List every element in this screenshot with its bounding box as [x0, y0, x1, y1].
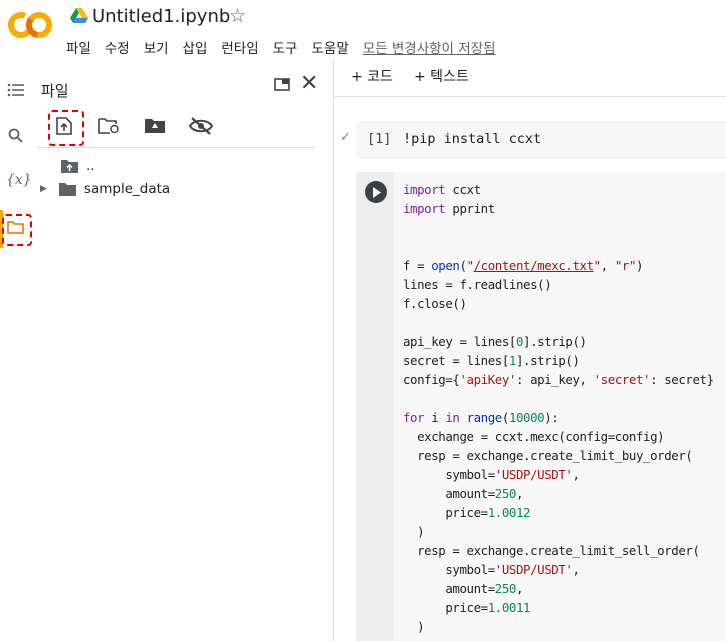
- close-panel-icon[interactable]: ✕: [300, 73, 318, 95]
- save-status[interactable]: 모든 변경사항이 저장됨: [363, 37, 496, 57]
- code-line: ): [403, 619, 425, 634]
- notebook-title[interactable]: Untitled1.ipynb: [92, 6, 230, 27]
- cell-2-code[interactable]: import ccxt import pprint f = open("/cont…: [403, 180, 714, 636]
- variables-icon[interactable]: {x}: [6, 172, 32, 188]
- colab-logo[interactable]: [8, 10, 52, 40]
- add-code-button[interactable]: + 코드: [351, 66, 393, 86]
- folder-icon[interactable]: [7, 221, 24, 234]
- menu-file[interactable]: 파일: [66, 37, 91, 57]
- code-line: resp = exchange.create_limit_buy_order(: [403, 448, 693, 463]
- upload-icon: [56, 117, 72, 135]
- menu-tools[interactable]: 도구: [273, 37, 298, 57]
- menu-bar: 파일 수정 보기 삽입 런타임 도구 도움말 모든 변경사항이 저장됨: [66, 37, 510, 57]
- code-line: price=1.0012: [403, 505, 531, 520]
- code-line: ): [403, 524, 425, 539]
- mount-drive-icon: [145, 119, 165, 133]
- search-icon[interactable]: [8, 128, 24, 144]
- table-of-contents-icon[interactable]: [7, 83, 25, 97]
- code-line: f.close(): [403, 296, 467, 311]
- cell-2-gutter: [356, 172, 394, 641]
- hide-files-button[interactable]: [186, 110, 216, 142]
- menu-view[interactable]: 보기: [144, 37, 169, 57]
- code-line: price=1.0011: [403, 600, 531, 615]
- tree-item-parent[interactable]: ..: [61, 158, 95, 174]
- mount-drive-button[interactable]: [140, 110, 170, 142]
- code-line: symbol='USDP/USDT',: [403, 562, 580, 577]
- panel-divider: [37, 147, 315, 148]
- tree-item-sample-data[interactable]: ▶ sample_data: [40, 181, 170, 197]
- code-line: symbol='USDP/USDT',: [403, 467, 580, 482]
- menu-edit[interactable]: 수정: [105, 37, 130, 57]
- folder-icon: [58, 183, 76, 196]
- code-line: amount=250,: [403, 581, 524, 596]
- code-line: import ccxt: [403, 182, 481, 197]
- tree-item-label: sample_data: [83, 181, 171, 197]
- code-line: f = open("/content/mexc.txt", "r"): [403, 258, 644, 273]
- code-line: api_key = lines[0].strip(): [403, 334, 587, 349]
- menu-runtime[interactable]: 런타임: [221, 37, 258, 57]
- panel-title: 파일: [41, 82, 69, 100]
- refresh-folder-icon: [98, 118, 119, 134]
- execution-count: [1]: [367, 131, 392, 147]
- maximize-panel-icon[interactable]: [274, 78, 290, 91]
- toolbar-divider: [334, 96, 726, 97]
- play-icon: [373, 186, 381, 198]
- tree-item-label: ..: [86, 158, 95, 174]
- code-line: amount=250,: [403, 486, 524, 501]
- google-drive-icon: [70, 8, 88, 23]
- star-icon[interactable]: ☆: [229, 5, 246, 27]
- menu-help[interactable]: 도움말: [311, 37, 348, 57]
- code-line: import pprint: [403, 201, 495, 216]
- run-cell-button[interactable]: [365, 181, 387, 203]
- cell-1-code[interactable]: !pip install ccxt: [403, 131, 541, 147]
- code-line: resp = exchange.create_limit_sell_order(: [403, 543, 700, 558]
- upload-button[interactable]: [49, 110, 79, 142]
- hide-files-icon: [189, 117, 213, 135]
- menu-insert[interactable]: 삽입: [183, 37, 208, 57]
- code-line: lines = f.readlines(): [403, 277, 552, 292]
- check-icon: ✓: [340, 130, 351, 145]
- parent-folder-icon: [61, 160, 78, 173]
- code-line: secret = lines[1].strip(): [403, 353, 580, 368]
- code-line: for i in range(10000):: [403, 410, 559, 425]
- code-line: config={'apiKey': api_key, 'secret': sec…: [403, 372, 714, 387]
- refresh-button[interactable]: [94, 110, 124, 142]
- panel-resize-handle[interactable]: [333, 60, 334, 641]
- add-text-button[interactable]: + 텍스트: [414, 66, 469, 86]
- chevron-right-icon[interactable]: ▶: [40, 184, 47, 194]
- code-line: exchange = ccxt.mexc(config=config): [403, 429, 665, 444]
